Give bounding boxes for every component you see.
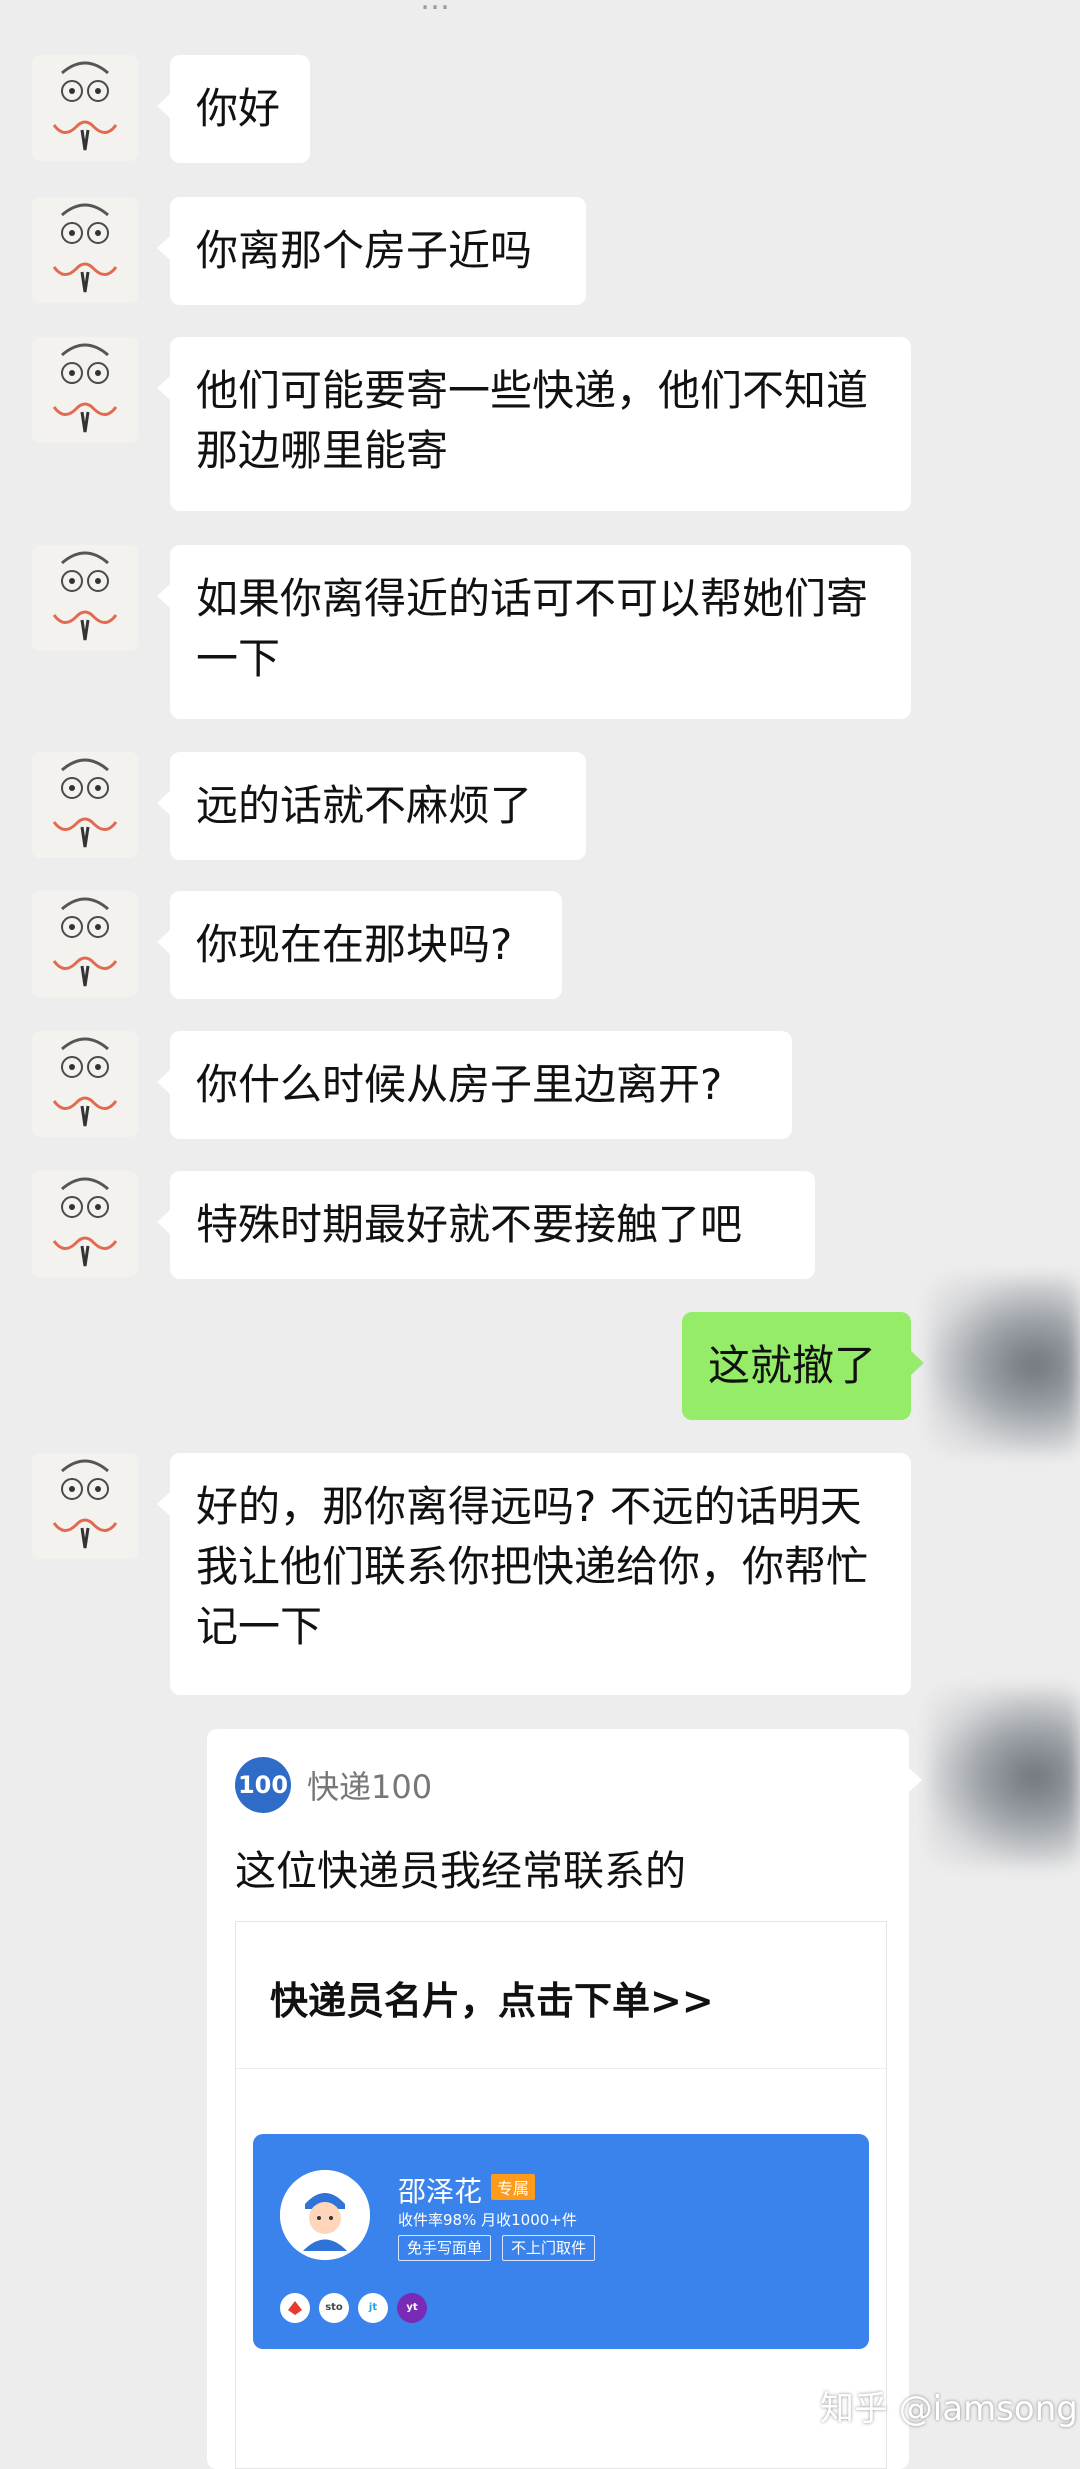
courier-avatar [280,2170,370,2260]
service-badge: 免手写面单 [398,2235,492,2261]
mini-program-name: 快递100 [307,1768,433,1806]
courier-avatar-icon [280,2170,370,2260]
avatar-icon [32,545,138,651]
avatar[interactable] [32,545,138,651]
avatar[interactable] [32,55,138,161]
service-badge: 不上门取件 [502,2235,596,2261]
avatar[interactable] [32,891,138,997]
courier-card-title: 快递员名片，点击下单>> [270,1979,714,2023]
avatar-icon [32,55,138,161]
avatar-icon [32,1171,138,1277]
avatar[interactable] [32,337,138,443]
avatar[interactable] [32,1453,138,1559]
chat-bubble: 如果你离得近的话可不可以帮她们寄一下 [157,545,911,719]
my-avatar[interactable] [928,1276,1080,1454]
mini-program-header: 100 快递100 [235,1757,432,1813]
avatar-icon [32,891,138,997]
avatar[interactable] [32,1031,138,1137]
avatar[interactable] [32,752,138,858]
courier-stats: 收件率98% 月收1000+件 [398,2211,577,2229]
my-avatar[interactable] [928,1688,1080,1866]
avatar[interactable] [32,1171,138,1277]
chat-bubble: 你现在在那块吗? [157,891,562,999]
top-fragment: … [420,0,600,17]
courier-tag-badge: 专属 [491,2174,536,2200]
chat-bubble: 你离那个房子近吗 [157,197,586,305]
avatar-icon [32,1453,138,1559]
chat-bubble-mine: 这就撤了 [682,1312,924,1420]
courier-card-preview[interactable]: 快递员名片，点击下单>> 邵泽花 专属 收件率98% 月收1000+件 免手写面… [235,1921,887,2469]
mini-program-card[interactable]: 100 快递100 这位快递员我经常联系的 快递员名片，点击下单>> 邵泽花 专… [207,1729,922,2469]
chat-bubble: 你好 [157,55,310,163]
watermark: 知乎 @iamsong [820,2389,1078,2429]
chat-bubble: 特殊时期最好就不要接触了吧 [157,1171,815,1279]
avatar-icon [32,197,138,303]
courier-name: 邵泽花 [398,2175,483,2208]
chat-bubble: 你什么时候从房子里边离开? [157,1031,792,1139]
logistics-logo-icon: jt [358,2293,388,2323]
chat-bubble: 远的话就不麻烦了 [157,752,586,860]
avatar-icon [32,337,138,443]
courier-card-header: 快递员名片，点击下单>> [236,1922,886,2069]
avatar-icon [32,1031,138,1137]
courier-profile-card[interactable]: 邵泽花 专属 收件率98% 月收1000+件 免手写面单 不上门取件 sto j… [253,2134,869,2349]
kuaidi100-logo-icon: 100 [235,1757,291,1813]
avatar[interactable] [32,197,138,303]
logistics-logo-icon: sto [319,2293,349,2323]
avatar-icon [32,752,138,858]
logistics-logo-icon: yt [397,2293,427,2323]
mini-program-title: 这位快递员我经常联系的 [235,1847,686,1895]
chat-bubble: 好的，那你离得远吗? 不远的话明天我让他们联系你把快递给你，你帮忙记一下 [157,1453,911,1695]
logistics-logo-icon [280,2293,310,2323]
chat-bubble: 他们可能要寄一些快递，他们不知道那边哪里能寄 [157,337,911,511]
